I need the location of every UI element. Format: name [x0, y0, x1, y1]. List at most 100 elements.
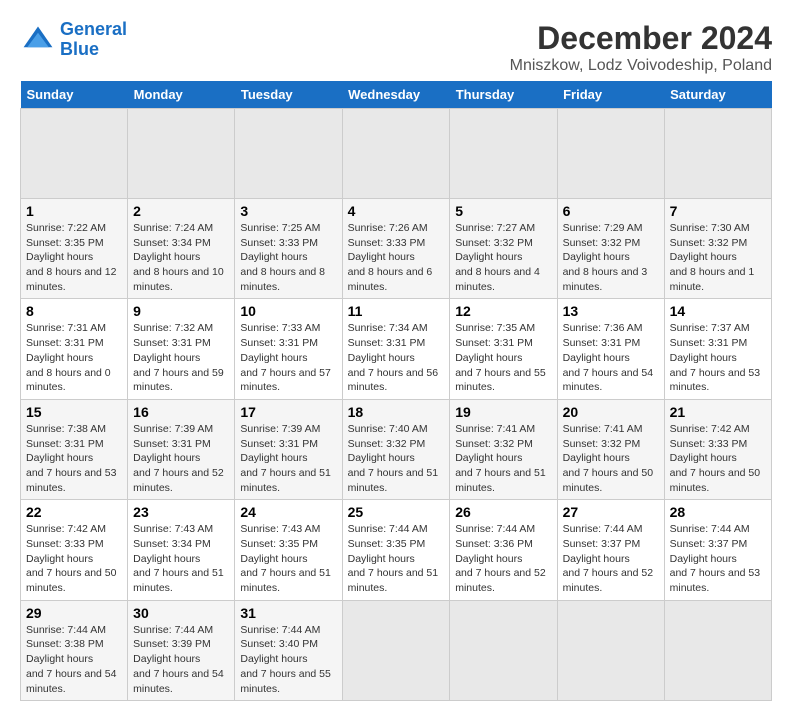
calendar-cell	[342, 600, 450, 700]
day-number: 16	[133, 404, 229, 420]
day-number: 3	[240, 203, 336, 219]
day-info: Sunrise: 7:42 AM Sunset: 3:33 PM Dayligh…	[670, 423, 761, 494]
calendar-cell: 19 Sunrise: 7:41 AM Sunset: 3:32 PM Dayl…	[450, 399, 557, 499]
calendar-cell: 2 Sunrise: 7:24 AM Sunset: 3:34 PM Dayli…	[128, 199, 235, 299]
weekday-header-wednesday: Wednesday	[342, 81, 450, 109]
logo-icon	[20, 22, 56, 58]
calendar-cell: 27 Sunrise: 7:44 AM Sunset: 3:37 PM Dayl…	[557, 500, 664, 600]
day-number: 29	[26, 605, 122, 621]
day-info: Sunrise: 7:44 AM Sunset: 3:37 PM Dayligh…	[670, 523, 761, 594]
logo-line2: Blue	[60, 39, 99, 59]
calendar-cell: 4 Sunrise: 7:26 AM Sunset: 3:33 PM Dayli…	[342, 199, 450, 299]
day-number: 1	[26, 203, 122, 219]
calendar-cell: 21 Sunrise: 7:42 AM Sunset: 3:33 PM Dayl…	[664, 399, 771, 499]
calendar-cell	[128, 109, 235, 199]
day-number: 22	[26, 504, 122, 520]
day-info: Sunrise: 7:30 AM Sunset: 3:32 PM Dayligh…	[670, 222, 755, 293]
calendar-cell	[557, 109, 664, 199]
day-number: 10	[240, 303, 336, 319]
calendar-cell	[235, 109, 342, 199]
calendar-cell: 11 Sunrise: 7:34 AM Sunset: 3:31 PM Dayl…	[342, 299, 450, 399]
day-info: Sunrise: 7:25 AM Sunset: 3:33 PM Dayligh…	[240, 222, 325, 293]
day-number: 13	[563, 303, 659, 319]
calendar-cell: 12 Sunrise: 7:35 AM Sunset: 3:31 PM Dayl…	[450, 299, 557, 399]
calendar-cell: 15 Sunrise: 7:38 AM Sunset: 3:31 PM Dayl…	[21, 399, 128, 499]
day-number: 15	[26, 404, 122, 420]
weekday-header-thursday: Thursday	[450, 81, 557, 109]
day-number: 19	[455, 404, 551, 420]
day-info: Sunrise: 7:38 AM Sunset: 3:31 PM Dayligh…	[26, 423, 117, 494]
weekday-header-monday: Monday	[128, 81, 235, 109]
calendar-week-row: 22 Sunrise: 7:42 AM Sunset: 3:33 PM Dayl…	[21, 500, 772, 600]
calendar-cell: 17 Sunrise: 7:39 AM Sunset: 3:31 PM Dayl…	[235, 399, 342, 499]
calendar-cell: 23 Sunrise: 7:43 AM Sunset: 3:34 PM Dayl…	[128, 500, 235, 600]
day-number: 2	[133, 203, 229, 219]
day-number: 27	[563, 504, 659, 520]
day-info: Sunrise: 7:43 AM Sunset: 3:35 PM Dayligh…	[240, 523, 331, 594]
day-number: 18	[348, 404, 445, 420]
calendar-cell	[450, 109, 557, 199]
day-number: 23	[133, 504, 229, 520]
day-info: Sunrise: 7:31 AM Sunset: 3:31 PM Dayligh…	[26, 322, 111, 393]
logo: General Blue	[20, 20, 127, 60]
calendar-table: SundayMondayTuesdayWednesdayThursdayFrid…	[20, 81, 772, 701]
day-info: Sunrise: 7:44 AM Sunset: 3:37 PM Dayligh…	[563, 523, 654, 594]
calendar-cell: 16 Sunrise: 7:39 AM Sunset: 3:31 PM Dayl…	[128, 399, 235, 499]
day-number: 31	[240, 605, 336, 621]
calendar-cell: 25 Sunrise: 7:44 AM Sunset: 3:35 PM Dayl…	[342, 500, 450, 600]
calendar-cell: 20 Sunrise: 7:41 AM Sunset: 3:32 PM Dayl…	[557, 399, 664, 499]
day-number: 8	[26, 303, 122, 319]
calendar-cell: 1 Sunrise: 7:22 AM Sunset: 3:35 PM Dayli…	[21, 199, 128, 299]
calendar-cell	[342, 109, 450, 199]
day-number: 4	[348, 203, 445, 219]
day-number: 7	[670, 203, 766, 219]
day-info: Sunrise: 7:41 AM Sunset: 3:32 PM Dayligh…	[563, 423, 654, 494]
title-area: December 2024 Mniszkow, Lodz Voivodeship…	[510, 20, 772, 75]
day-info: Sunrise: 7:24 AM Sunset: 3:34 PM Dayligh…	[133, 222, 224, 293]
weekday-header-friday: Friday	[557, 81, 664, 109]
day-number: 20	[563, 404, 659, 420]
calendar-cell: 24 Sunrise: 7:43 AM Sunset: 3:35 PM Dayl…	[235, 500, 342, 600]
day-number: 17	[240, 404, 336, 420]
calendar-cell	[557, 600, 664, 700]
day-number: 14	[670, 303, 766, 319]
day-number: 9	[133, 303, 229, 319]
calendar-cell: 29 Sunrise: 7:44 AM Sunset: 3:38 PM Dayl…	[21, 600, 128, 700]
day-info: Sunrise: 7:22 AM Sunset: 3:35 PM Dayligh…	[26, 222, 117, 293]
subtitle: Mniszkow, Lodz Voivodeship, Poland	[510, 57, 772, 75]
day-number: 26	[455, 504, 551, 520]
calendar-cell: 18 Sunrise: 7:40 AM Sunset: 3:32 PM Dayl…	[342, 399, 450, 499]
main-title: December 2024	[510, 20, 772, 57]
calendar-cell: 13 Sunrise: 7:36 AM Sunset: 3:31 PM Dayl…	[557, 299, 664, 399]
day-info: Sunrise: 7:34 AM Sunset: 3:31 PM Dayligh…	[348, 322, 439, 393]
day-info: Sunrise: 7:35 AM Sunset: 3:31 PM Dayligh…	[455, 322, 546, 393]
weekday-header-tuesday: Tuesday	[235, 81, 342, 109]
day-info: Sunrise: 7:44 AM Sunset: 3:40 PM Dayligh…	[240, 624, 331, 695]
day-info: Sunrise: 7:42 AM Sunset: 3:33 PM Dayligh…	[26, 523, 117, 594]
calendar-cell: 14 Sunrise: 7:37 AM Sunset: 3:31 PM Dayl…	[664, 299, 771, 399]
day-info: Sunrise: 7:36 AM Sunset: 3:31 PM Dayligh…	[563, 322, 654, 393]
calendar-week-row	[21, 109, 772, 199]
day-number: 5	[455, 203, 551, 219]
day-info: Sunrise: 7:33 AM Sunset: 3:31 PM Dayligh…	[240, 322, 331, 393]
day-number: 21	[670, 404, 766, 420]
calendar-week-row: 29 Sunrise: 7:44 AM Sunset: 3:38 PM Dayl…	[21, 600, 772, 700]
weekday-header-row: SundayMondayTuesdayWednesdayThursdayFrid…	[21, 81, 772, 109]
calendar-cell: 7 Sunrise: 7:30 AM Sunset: 3:32 PM Dayli…	[664, 199, 771, 299]
calendar-cell: 9 Sunrise: 7:32 AM Sunset: 3:31 PM Dayli…	[128, 299, 235, 399]
day-number: 12	[455, 303, 551, 319]
day-info: Sunrise: 7:29 AM Sunset: 3:32 PM Dayligh…	[563, 222, 648, 293]
calendar-cell	[450, 600, 557, 700]
calendar-week-row: 1 Sunrise: 7:22 AM Sunset: 3:35 PM Dayli…	[21, 199, 772, 299]
day-info: Sunrise: 7:40 AM Sunset: 3:32 PM Dayligh…	[348, 423, 439, 494]
day-info: Sunrise: 7:27 AM Sunset: 3:32 PM Dayligh…	[455, 222, 540, 293]
calendar-cell: 3 Sunrise: 7:25 AM Sunset: 3:33 PM Dayli…	[235, 199, 342, 299]
calendar-cell: 8 Sunrise: 7:31 AM Sunset: 3:31 PM Dayli…	[21, 299, 128, 399]
day-number: 11	[348, 303, 445, 319]
day-info: Sunrise: 7:39 AM Sunset: 3:31 PM Dayligh…	[240, 423, 331, 494]
calendar-cell	[664, 109, 771, 199]
calendar-cell: 10 Sunrise: 7:33 AM Sunset: 3:31 PM Dayl…	[235, 299, 342, 399]
weekday-header-sunday: Sunday	[21, 81, 128, 109]
day-info: Sunrise: 7:26 AM Sunset: 3:33 PM Dayligh…	[348, 222, 433, 293]
logo-line1: General	[60, 19, 127, 39]
